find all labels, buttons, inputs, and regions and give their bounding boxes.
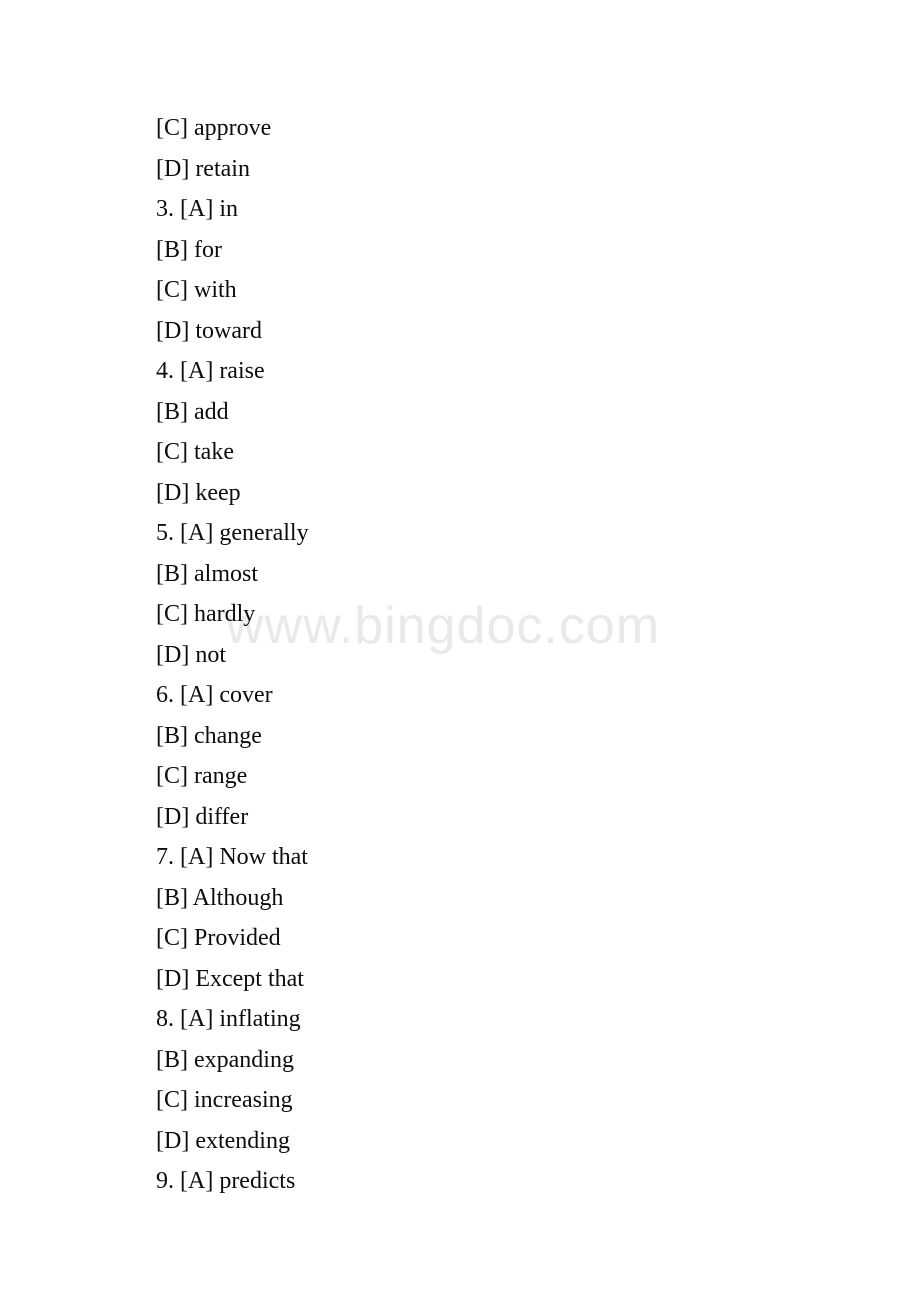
answer-options-list: [C] approve [D] retain 3. [A] in [B] for [C]…: [156, 108, 856, 1202]
option-line: 6. [A] cover: [156, 682, 273, 708]
option-line: 9. [A] predicts: [156, 1168, 296, 1194]
option-line: [B] expanding: [156, 1046, 294, 1073]
option-line: [C] take: [156, 439, 234, 465]
option-line: [B] Although: [156, 884, 284, 911]
option-line: [D] toward: [156, 317, 262, 344]
option-line: [C] range: [156, 763, 248, 789]
option-line: [B] almost: [156, 560, 258, 587]
option-line: [D] keep: [156, 479, 241, 506]
option-line: 8. [A] inflating: [156, 1006, 301, 1032]
option-line: [D] differ: [156, 803, 249, 830]
option-line: [C] with: [156, 277, 237, 303]
option-line: [B] for: [156, 236, 222, 263]
option-line: [B] add: [156, 398, 229, 425]
option-line: [C] Provided: [156, 925, 281, 951]
option-line: [B] change: [156, 722, 262, 749]
option-line: 4. [A] raise: [156, 358, 265, 384]
document-page: www.bingdoc.com [C] approve [D] retain 3. …: [0, 0, 920, 1302]
option-line: [D] Except that: [156, 965, 304, 992]
option-line: [D] retain: [156, 155, 250, 182]
option-line: [C] hardly: [156, 601, 256, 627]
option-line: [D] not: [156, 641, 226, 668]
option-line: 5. [A] generally: [156, 520, 309, 546]
option-line: [C] approve: [156, 115, 272, 141]
option-line: [C] increasing: [156, 1087, 293, 1113]
option-line: [D] extending: [156, 1127, 290, 1154]
option-line: 7. [A] Now that: [156, 844, 308, 870]
option-line: 3. [A] in: [156, 196, 238, 222]
